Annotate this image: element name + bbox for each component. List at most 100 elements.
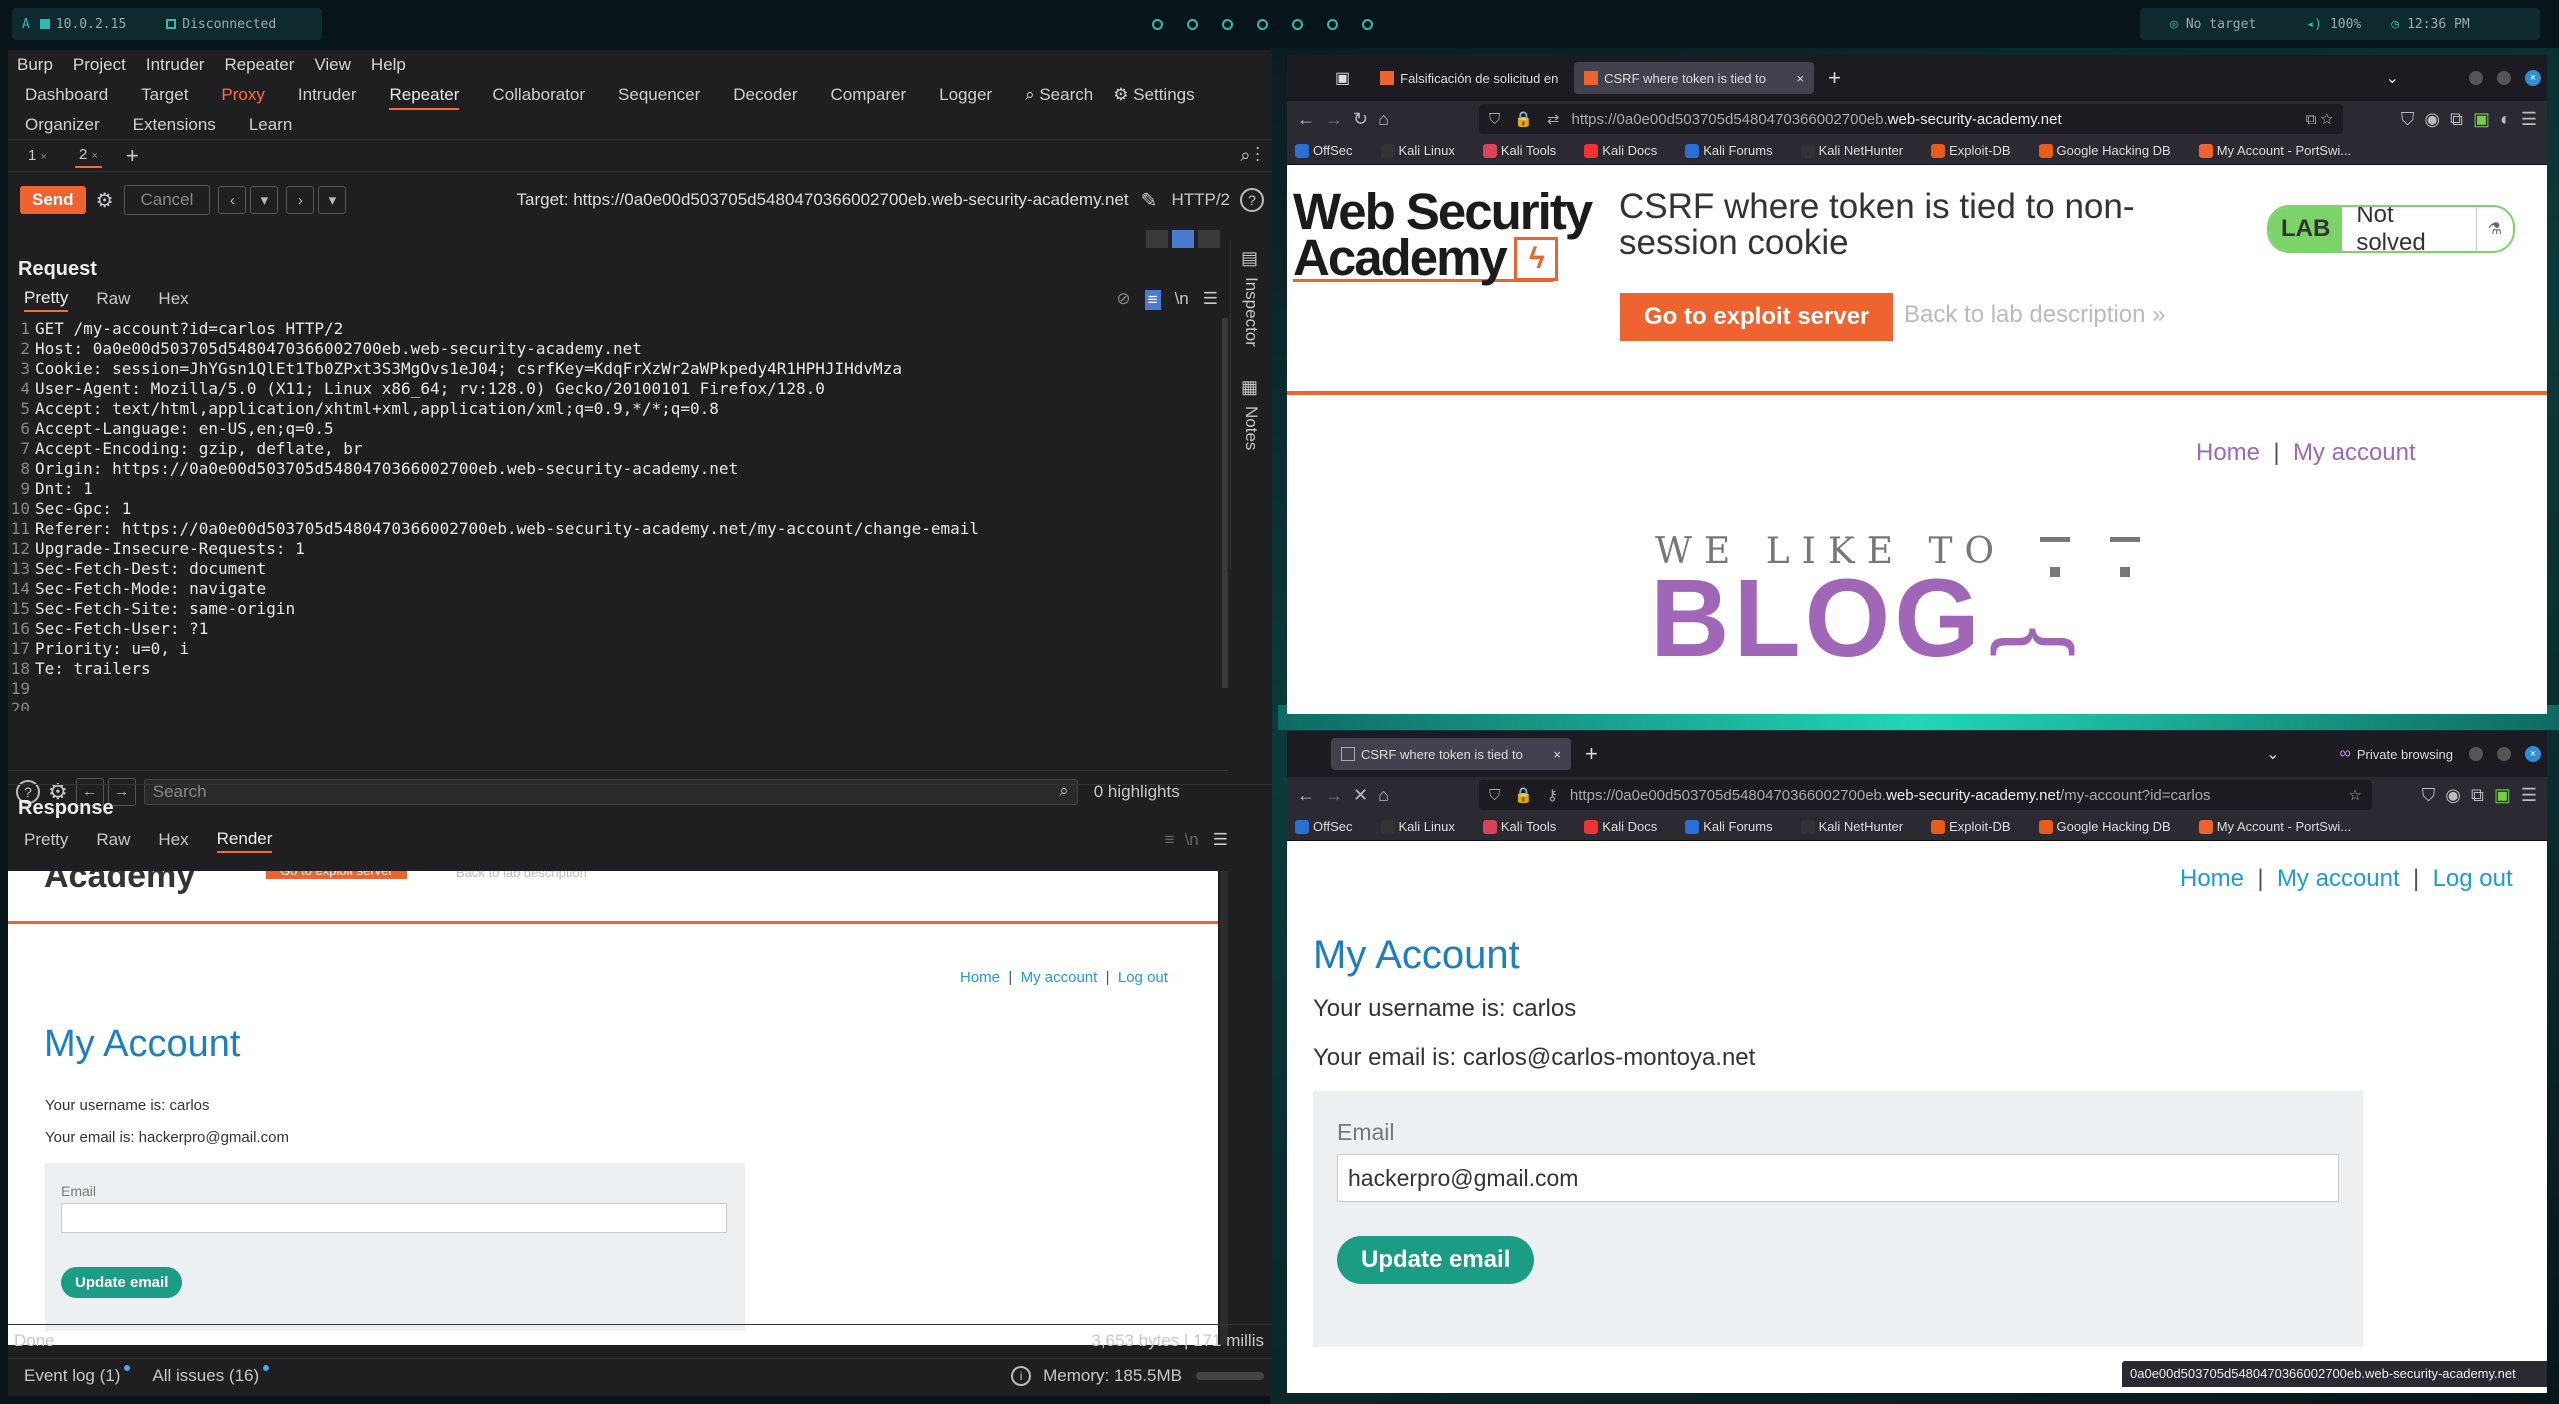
menu-icon[interactable]: ☰	[2521, 785, 2537, 806]
my-account-link[interactable]: My account	[2277, 865, 2400, 892]
scrollbar[interactable]	[1220, 871, 1228, 1345]
log-out-link[interactable]: Log out	[1118, 969, 1168, 986]
menu-view[interactable]: View	[314, 55, 351, 75]
inspector-tab[interactable]: Inspector	[1241, 277, 1261, 347]
bookmark-kali-docs[interactable]: Kali Docs	[1584, 819, 1671, 834]
addon-icon[interactable]: ▣	[2473, 109, 2490, 130]
back-to-lab-link[interactable]: Back to lab description »	[1904, 301, 2166, 329]
close-icon[interactable]: ×	[91, 150, 97, 162]
add-tab-icon[interactable]: +	[126, 143, 139, 169]
update-email-button[interactable]: Update email	[1337, 1236, 1535, 1284]
cancel-button[interactable]: Cancel	[123, 185, 211, 215]
back-to-lab-link[interactable]: Back to lab description	[456, 871, 587, 880]
gear-icon[interactable]: ⚙	[96, 188, 114, 213]
bookmark-star-icon[interactable]: ☆	[2348, 786, 2361, 804]
layout-tabs-icon[interactable]	[1198, 230, 1220, 248]
my-account-link[interactable]: My account	[1021, 969, 1098, 986]
addon-icon[interactable]: ◐	[2500, 109, 2511, 130]
menu-project[interactable]: Project	[73, 55, 126, 75]
bookmark-exploit-db[interactable]: Exploit-DB	[1931, 143, 2024, 158]
info-icon[interactable]: i	[1011, 1365, 1032, 1386]
ff1-tab-csrf[interactable]: CSRF where token is tied to ×	[1574, 62, 1815, 94]
menu-intruder[interactable]: Intruder	[146, 55, 205, 75]
menu-icon[interactable]: ☰	[1203, 289, 1218, 311]
eye-off-icon[interactable]: ⊘	[1116, 289, 1130, 311]
exploit-server-button[interactable]: Go to exploit server	[266, 871, 407, 879]
bookmark-google-hacking-db[interactable]: Google Hacking DB	[2038, 819, 2185, 834]
bookmark-kali-forums[interactable]: Kali Forums	[1685, 143, 1786, 158]
tab-intruder[interactable]: Intruder	[298, 80, 357, 110]
menu-icon[interactable]: ☰	[1213, 830, 1228, 852]
log-out-link[interactable]: Log out	[2433, 865, 2513, 892]
tab-dashboard[interactable]: Dashboard	[25, 80, 108, 110]
close-icon[interactable]: ×	[1797, 71, 1805, 86]
tab-pretty[interactable]: Pretty	[24, 830, 68, 852]
account-icon[interactable]: ◉	[2424, 109, 2440, 130]
ff2-address-bar[interactable]: ⛉ 🔒 ⚷ https://0a0e00d503705d54804703660027…	[1478, 780, 2372, 810]
tab-overview-icon[interactable]: ▣	[1335, 68, 1350, 88]
wrap-icon[interactable]: ≡	[1144, 290, 1161, 310]
repeater-tab-1[interactable]: 1 ×	[24, 144, 51, 167]
stop-icon[interactable]: ✕	[1353, 785, 1368, 806]
close-icon[interactable]: ×	[41, 151, 47, 163]
tab-raw[interactable]: Raw	[96, 289, 130, 311]
newline-toggle[interactable]: \n	[1175, 289, 1189, 311]
workspace-icon[interactable]	[1152, 18, 1163, 30]
menu-repeater[interactable]: Repeater	[224, 55, 294, 75]
notes-tab[interactable]: Notes	[1241, 406, 1261, 450]
search-icon[interactable]: ⌕ ⋮	[1240, 145, 1260, 166]
back-icon[interactable]: ←	[1297, 109, 1315, 130]
bookmark-kali-forums[interactable]: Kali Forums	[1685, 819, 1786, 834]
exploit-server-button[interactable]: Go to exploit server	[1620, 293, 1894, 341]
scrollbar[interactable]	[1222, 318, 1228, 688]
chevron-down-icon[interactable]: ⌄	[2386, 68, 2399, 88]
email-input[interactable]	[61, 1203, 727, 1233]
back-icon[interactable]: ‹	[218, 186, 247, 214]
bookmark-exploit-db[interactable]: Exploit-DB	[1931, 819, 2024, 834]
tab-decoder[interactable]: Decoder	[733, 80, 797, 110]
bookmark-offsec[interactable]: OffSec	[1295, 143, 1367, 158]
workspace-icon[interactable]	[1257, 18, 1268, 30]
ff1-tab-falsificacion[interactable]: Falsificación de solicitud en	[1370, 62, 1570, 94]
close-window-icon[interactable]: ×	[2525, 70, 2541, 86]
ff1-address-bar[interactable]: ⛉ 🔒 ⇄ https://0a0e00d503705d54804703660027…	[1478, 104, 2343, 134]
http-version[interactable]: HTTP/2	[1171, 190, 1230, 210]
bookmark-kali-linux[interactable]: Kali Linux	[1380, 143, 1469, 158]
notes-icon[interactable]: ▦	[1241, 377, 1272, 398]
email-input[interactable]: hackerpro@gmail.com	[1337, 1154, 2339, 1202]
bookmark-my-account[interactable]: My Account - PortSwi...	[2198, 143, 2365, 158]
tab-target[interactable]: Target	[141, 80, 188, 110]
bookmark-kali-docs[interactable]: Kali Docs	[1584, 143, 1671, 158]
tab-repeater[interactable]: Repeater	[389, 80, 460, 110]
bookmark-kali-linux[interactable]: Kali Linux	[1380, 819, 1469, 834]
tab-organizer[interactable]: Organizer	[25, 110, 100, 140]
tab-logger[interactable]: Logger	[939, 80, 992, 110]
minimize-icon[interactable]	[2469, 747, 2483, 761]
workspace-icon[interactable]	[1292, 18, 1303, 30]
new-tab-icon[interactable]: +	[1585, 741, 1598, 767]
translate-icon[interactable]: ⧉ ☆	[2306, 111, 2333, 128]
tab-hex[interactable]: Hex	[158, 830, 188, 852]
tab-extensions[interactable]: Extensions	[133, 110, 216, 140]
global-search[interactable]: ⌕ Search	[1025, 80, 1093, 110]
my-account-link[interactable]: My account	[2293, 439, 2416, 466]
bookmark-kali-nethunter[interactable]: Kali NetHunter	[1800, 819, 1918, 834]
reload-icon[interactable]: ↻	[1353, 109, 1368, 130]
addon-icon[interactable]: ▣	[2494, 785, 2511, 806]
help-icon[interactable]: ?	[1240, 188, 1264, 212]
maximize-icon[interactable]	[2497, 747, 2511, 761]
inspector-icon[interactable]: ▤	[1241, 248, 1272, 269]
bookmark-kali-tools[interactable]: Kali Tools	[1482, 143, 1570, 158]
update-email-button[interactable]: Update email	[61, 1267, 183, 1298]
forward-icon[interactable]: ›	[286, 186, 315, 214]
close-window-icon[interactable]: ×	[2525, 746, 2541, 762]
tab-learn[interactable]: Learn	[249, 110, 292, 140]
event-log-link[interactable]: Event log (1)	[24, 1366, 120, 1386]
new-tab-icon[interactable]: +	[1828, 65, 1841, 91]
bookmark-kali-tools[interactable]: Kali Tools	[1482, 819, 1570, 834]
chevron-down-icon[interactable]: ⌄	[2266, 744, 2279, 764]
workspace-icon[interactable]	[1187, 18, 1198, 30]
kali-icon[interactable]: A	[22, 17, 30, 32]
request-editor[interactable]: 1 GET /my-account?id=carlos HTTP/2 2 Host:…	[8, 319, 1228, 711]
extensions-icon[interactable]: ⧉	[2450, 109, 2463, 130]
